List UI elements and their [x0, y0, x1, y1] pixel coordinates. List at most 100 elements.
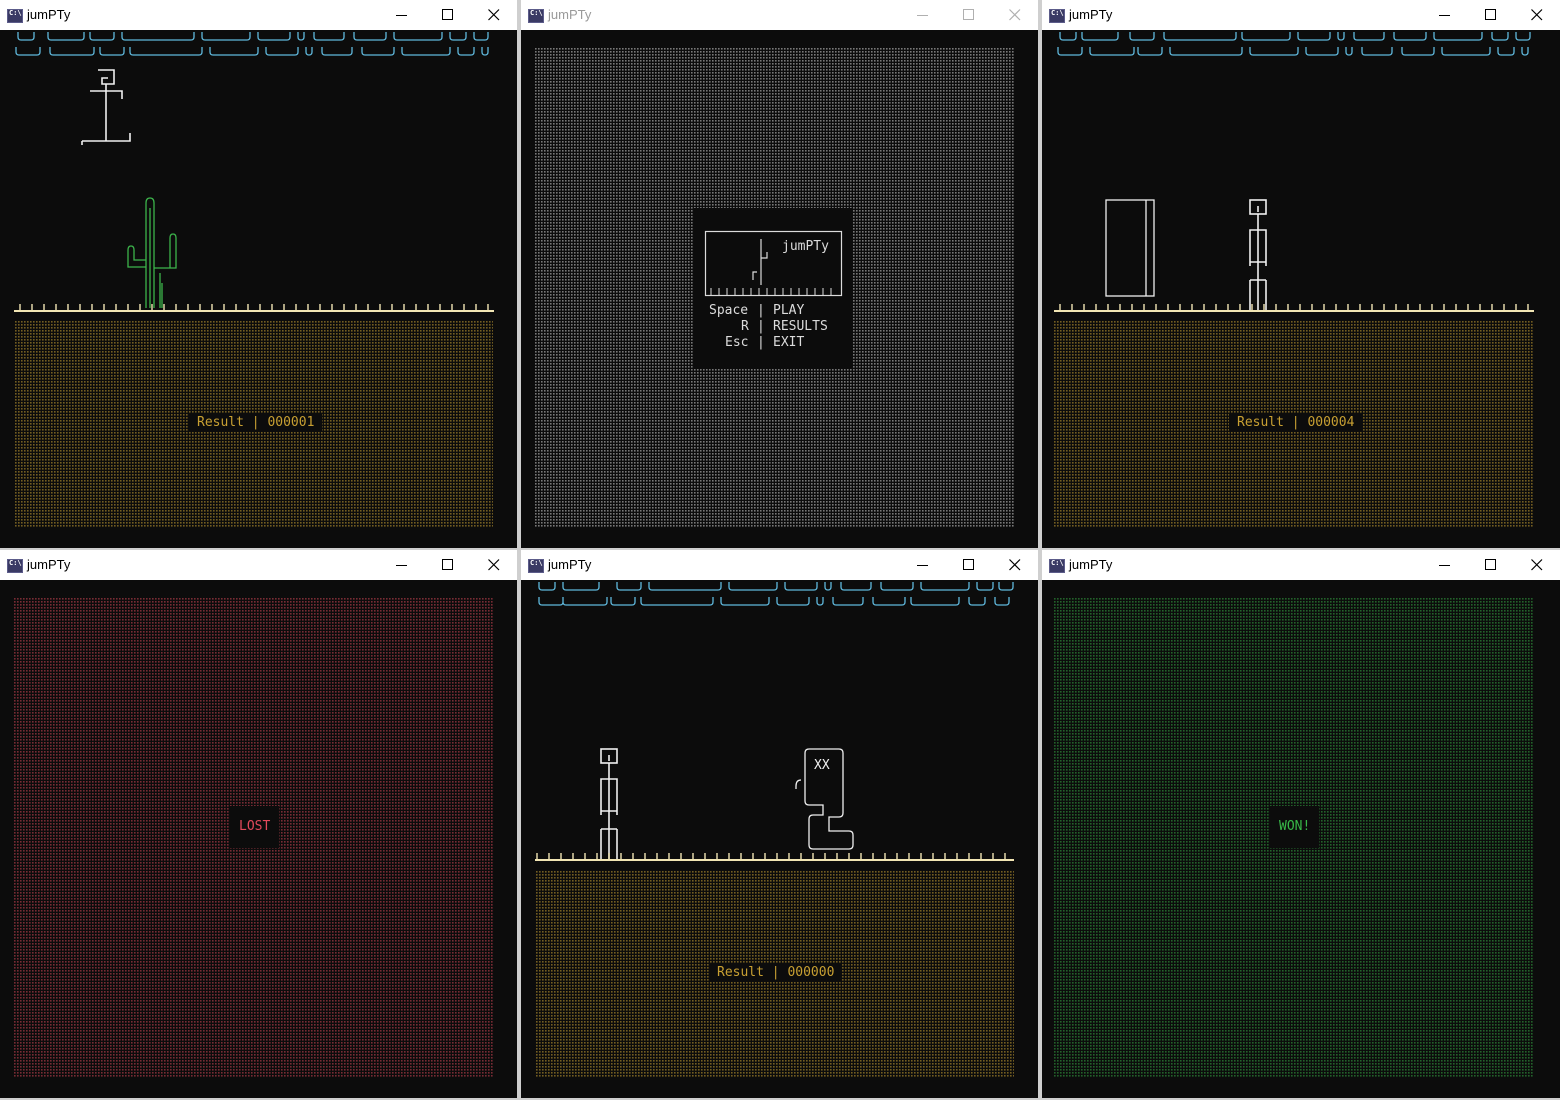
menu-separator: |: [757, 335, 765, 350]
maximize-icon: [442, 9, 453, 20]
game-window-2[interactable]: jumPTy jumPTy Space | PLAY R | RES: [521, 0, 1038, 548]
close-icon: [1531, 559, 1543, 571]
menu-item-exit[interactable]: Esc | EXIT: [693, 335, 853, 351]
game-scene: [14, 32, 494, 527]
minimize-button[interactable]: [379, 550, 425, 580]
result-display: Result | 000004: [1229, 413, 1363, 432]
maximize-button[interactable]: [946, 0, 992, 30]
title-bar[interactable]: jumPTy: [521, 0, 1038, 30]
maximize-icon: [963, 559, 974, 570]
minimize-button[interactable]: [900, 550, 946, 580]
close-button[interactable]: [1514, 550, 1560, 580]
console-app-icon: [1049, 559, 1065, 573]
minimize-icon: [1439, 565, 1450, 566]
maximize-button[interactable]: [1468, 550, 1514, 580]
close-button[interactable]: [471, 550, 517, 580]
game-window-5[interactable]: jumPTy: [521, 550, 1038, 1098]
console-app-icon: [528, 559, 544, 573]
game-viewport: LOST: [0, 580, 517, 1098]
clouds: [15, 32, 489, 56]
console-app-icon: [528, 9, 544, 23]
maximize-icon: [442, 559, 453, 570]
maximize-button[interactable]: [1468, 0, 1514, 30]
console-app-icon: [7, 9, 23, 23]
window-title: jumPTy: [1069, 557, 1113, 572]
ground-line: [535, 853, 1014, 861]
result-display: Result | 000001: [189, 413, 323, 432]
block-obstacle: [1105, 199, 1155, 297]
menu-action: RESULTS: [773, 319, 828, 334]
main-menu: jumPTy Space | PLAY R | RESULTS Esc | EX…: [693, 208, 853, 368]
close-icon: [488, 559, 500, 571]
game-viewport: Result | 000004: [1042, 30, 1559, 548]
game-viewport: XX Result | 000000: [521, 580, 1038, 1098]
close-button[interactable]: [992, 0, 1038, 30]
lost-message: LOST: [230, 806, 280, 848]
ground-line: [14, 304, 494, 312]
maximize-icon: [1485, 559, 1496, 570]
menu-item-play[interactable]: Space | PLAY: [693, 303, 853, 319]
game-viewport: Result | 000001: [0, 30, 517, 548]
logo-text: jumPTy: [782, 239, 829, 254]
game-window-6[interactable]: jumPTy WON!: [1042, 550, 1560, 1098]
window-title: jumPTy: [548, 7, 592, 22]
clouds: [538, 582, 1014, 606]
minimize-icon: [917, 15, 928, 16]
console-app-icon: [7, 559, 23, 573]
close-icon: [1009, 9, 1021, 21]
jumping-player-sprite: [81, 69, 131, 145]
console-app-icon: [1049, 9, 1065, 23]
maximize-icon: [1485, 9, 1496, 20]
title-bar[interactable]: jumPTy: [1042, 0, 1560, 30]
maximize-button[interactable]: [425, 0, 471, 30]
minimize-button[interactable]: [379, 0, 425, 30]
game-window-1[interactable]: jumPTy: [0, 0, 517, 548]
menu-key: Space: [709, 303, 749, 318]
menu-separator: |: [757, 303, 765, 318]
logo-frame: [704, 230, 843, 297]
result-value: 000004: [1307, 415, 1355, 430]
game-window-4[interactable]: jumPTy LOST: [0, 550, 517, 1098]
maximize-icon: [963, 9, 974, 20]
close-button[interactable]: [1514, 0, 1560, 30]
minimize-icon: [917, 565, 928, 566]
close-icon: [1009, 559, 1021, 571]
title-bar[interactable]: jumPTy: [521, 550, 1038, 580]
window-title: jumPTy: [27, 557, 71, 572]
minimize-button[interactable]: [1422, 0, 1468, 30]
minimize-icon: [1439, 15, 1450, 16]
menu-action: PLAY: [773, 303, 805, 318]
window-title: jumPTy: [1069, 7, 1113, 22]
menu-key: R: [741, 319, 749, 334]
minimize-icon: [396, 565, 407, 566]
maximize-button[interactable]: [946, 550, 992, 580]
title-bar[interactable]: jumPTy: [0, 0, 517, 30]
cactus-obstacle: [127, 197, 177, 308]
menu-item-results[interactable]: R | RESULTS: [693, 319, 853, 335]
maximize-button[interactable]: [425, 550, 471, 580]
result-display: Result | 000000: [709, 963, 843, 982]
game-viewport: jumPTy Space | PLAY R | RESULTS Esc | EX…: [521, 30, 1038, 548]
minimize-icon: [396, 15, 407, 16]
won-message: WON!: [1270, 806, 1320, 848]
menu-action: EXIT: [773, 335, 805, 350]
title-bar[interactable]: jumPTy: [0, 550, 517, 580]
player-sprite: [1249, 199, 1267, 310]
close-button[interactable]: [992, 550, 1038, 580]
snake-eyes: XX: [814, 758, 830, 773]
minimize-button[interactable]: [900, 0, 946, 30]
window-title: jumPTy: [27, 7, 71, 22]
result-value: 000000: [787, 965, 835, 980]
title-bar[interactable]: jumPTy: [1042, 550, 1560, 580]
game-window-3[interactable]: jumPTy: [1042, 0, 1560, 548]
game-viewport: WON!: [1042, 580, 1559, 1098]
result-value: 000001: [267, 415, 315, 430]
clouds: [1057, 32, 1531, 56]
player-sprite: [600, 748, 618, 859]
ground-line: [1054, 304, 1534, 312]
close-button[interactable]: [471, 0, 517, 30]
close-icon: [488, 9, 500, 21]
minimize-button[interactable]: [1422, 550, 1468, 580]
window-title: jumPTy: [548, 557, 592, 572]
menu-key: Esc: [725, 335, 749, 350]
